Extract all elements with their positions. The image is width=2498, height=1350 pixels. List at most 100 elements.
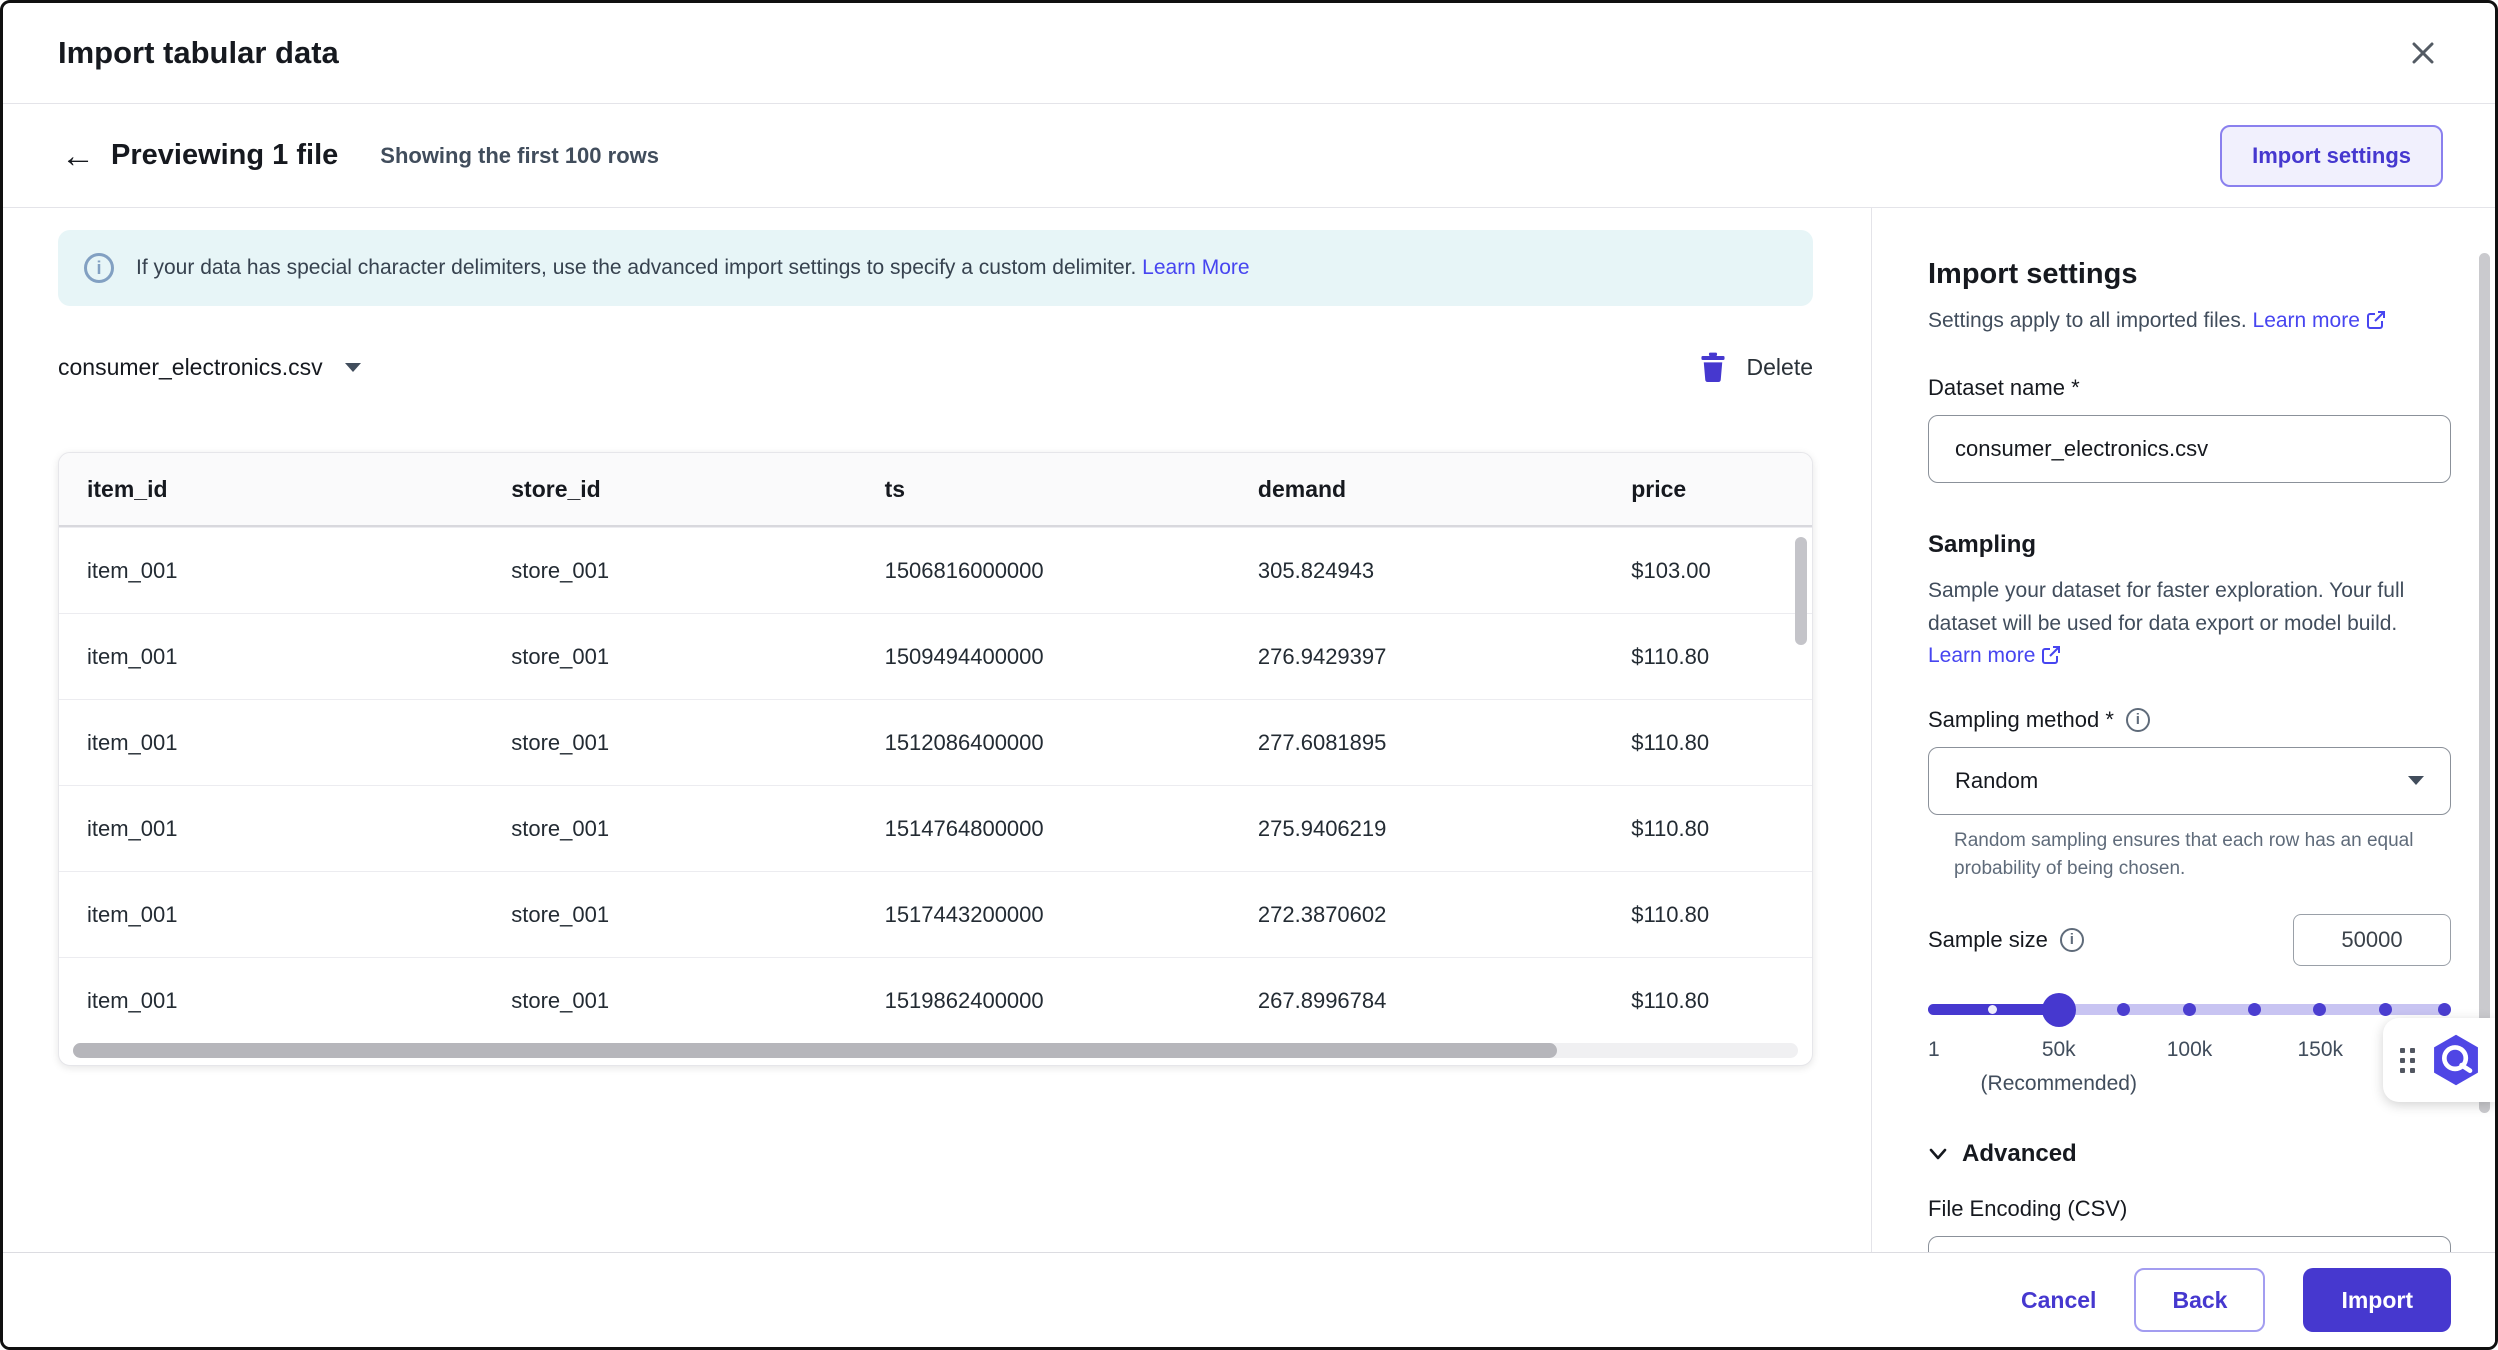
sampling-method-help: Random sampling ensures that each row ha… (1928, 827, 2451, 884)
table-cell: store_001 (511, 988, 884, 1014)
info-banner: i If your data has special character del… (58, 230, 1813, 306)
external-link-icon (2041, 645, 2061, 665)
table-vertical-scrollbar[interactable] (1795, 537, 1807, 645)
column-header: price (1631, 476, 1784, 503)
cancel-button[interactable]: Cancel (2021, 1287, 2096, 1314)
dialog-title: Import tabular data (58, 35, 339, 71)
table-cell: item_001 (87, 644, 511, 670)
advanced-label: Advanced (1962, 1140, 2077, 1168)
back-button[interactable]: Back (2134, 1268, 2265, 1332)
delete-button[interactable]: Delete (1699, 352, 1813, 382)
table-horizontal-scrollbar-track (73, 1043, 1798, 1058)
table-cell: 277.6081895 (1258, 730, 1631, 756)
table-cell: 1517443200000 (885, 902, 1258, 928)
slider-step-marker (1988, 1005, 1997, 1014)
info-icon: i (84, 253, 114, 283)
recommended-note: (Recommended) (1928, 1072, 2451, 1098)
advanced-expander[interactable]: Advanced (1928, 1140, 2077, 1168)
banner-message: If your data has special character delim… (136, 256, 1250, 280)
table-cell: $103.00 (1631, 558, 1784, 584)
table-cell: store_001 (511, 558, 884, 584)
table-cell: $110.80 (1631, 988, 1784, 1014)
preview-header: ← Previewing 1 file Showing the first 10… (3, 104, 2495, 208)
sample-size-slider[interactable] (1928, 992, 2451, 1026)
import-settings-button[interactable]: Import settings (2220, 125, 2443, 187)
file-dropdown[interactable]: consumer_electronics.csv (58, 354, 361, 381)
table-cell: item_001 (87, 730, 511, 756)
slider-step-dot (2117, 1003, 2130, 1016)
dataset-name-input[interactable] (1928, 415, 2451, 483)
table-cell: item_001 (87, 816, 511, 842)
tick-label: 100k (2167, 1038, 2213, 1062)
banner-learn-more-link[interactable]: Learn More (1142, 256, 1249, 279)
back-arrow-icon[interactable]: ← (61, 139, 95, 173)
drag-handle-icon[interactable] (2400, 1048, 2415, 1073)
file-encoding-label: File Encoding (CSV) (1928, 1196, 2451, 1222)
delete-label: Delete (1747, 354, 1813, 381)
table-cell: 276.9429397 (1258, 644, 1631, 670)
amazon-q-widget[interactable] (2383, 1018, 2495, 1102)
trash-icon (1699, 352, 1727, 382)
close-button[interactable] (2401, 31, 2445, 75)
table-header-row: item_id store_id ts demand price (59, 453, 1812, 527)
table-row: item_001 store_001 1517443200000 272.387… (59, 871, 1812, 957)
sampling-description: Sample your dataset for faster explorati… (1928, 575, 2451, 673)
banner-text: If your data has special character delim… (136, 256, 1136, 279)
dialog-titlebar: Import tabular data (3, 3, 2495, 104)
table-cell: store_001 (511, 816, 884, 842)
sampling-description-text: Sample your dataset for faster explorati… (1928, 579, 2404, 635)
sampling-method-select[interactable]: Random (1928, 747, 2451, 815)
table-cell: item_001 (87, 902, 511, 928)
table-cell: $110.80 (1631, 730, 1784, 756)
tick-label: 50k (2042, 1038, 2076, 1062)
amazon-q-icon[interactable] (2428, 1032, 2484, 1088)
sampling-learn-more-link[interactable]: Learn more (1928, 644, 2061, 667)
column-header: ts (885, 476, 1258, 503)
learn-more-label: Learn more (2253, 309, 2360, 332)
table-cell: item_001 (87, 558, 511, 584)
table-row: item_001 store_001 1519862400000 267.899… (59, 957, 1812, 1043)
sample-size-row: Sample size i (1928, 914, 2451, 966)
recommended-label: (Recommended) (1981, 1072, 2137, 1096)
table-cell: $110.80 (1631, 816, 1784, 842)
table-horizontal-scrollbar[interactable] (73, 1043, 1557, 1058)
chevron-down-icon (1928, 1146, 1948, 1162)
sampling-method-value: Random (1955, 768, 2038, 794)
import-button[interactable]: Import (2303, 1268, 2451, 1332)
sampling-method-label: Sampling method * i (1928, 707, 2451, 733)
sample-size-input[interactable] (2293, 914, 2451, 966)
table-cell: 275.9406219 (1258, 816, 1631, 842)
sample-size-label: Sample size i (1928, 927, 2084, 953)
file-encoding-select[interactable]: UTF-8 encoding of Unicode (Default) (1928, 1236, 2451, 1252)
slider-thumb[interactable] (2042, 993, 2076, 1027)
settings-learn-more-link[interactable]: Learn more (2253, 309, 2386, 332)
sampling-method-label-text: Sampling method * (1928, 707, 2114, 733)
learn-more-label: Learn more (1928, 644, 2035, 667)
column-header: store_id (511, 476, 884, 503)
table-cell: store_001 (511, 644, 884, 670)
close-icon (2406, 36, 2440, 70)
file-name: consumer_electronics.csv (58, 354, 323, 381)
table-cell: $110.80 (1631, 902, 1784, 928)
slider-step-dot (2313, 1003, 2326, 1016)
info-icon[interactable]: i (2126, 708, 2150, 732)
dialog-footer: Cancel Back Import (3, 1252, 2495, 1347)
table-cell: 1519862400000 (885, 988, 1258, 1014)
table-cell: store_001 (511, 902, 884, 928)
slider-step-dot (2248, 1003, 2261, 1016)
table-row: item_001 store_001 1514764800000 275.940… (59, 785, 1812, 871)
sample-size-label-text: Sample size (1928, 927, 2048, 953)
sampling-heading: Sampling (1928, 531, 2451, 559)
chevron-down-icon (345, 363, 361, 372)
slider-tick-labels: 1 50k 100k 150k 200k (1928, 1038, 2451, 1066)
table-cell: 1506816000000 (885, 558, 1258, 584)
preview-table: item_id store_id ts demand price item_00… (58, 452, 1813, 1066)
table-cell: 305.824943 (1258, 558, 1631, 584)
panel-scrollbar[interactable] (2479, 253, 2490, 1113)
dataset-name-label: Dataset name * (1928, 375, 2451, 401)
panel-subtitle: Settings apply to all imported files. Le… (1928, 309, 2451, 333)
table-cell: store_001 (511, 730, 884, 756)
preview-title: Previewing 1 file (111, 139, 338, 172)
info-icon[interactable]: i (2060, 928, 2084, 952)
table-row: item_001 store_001 1506816000000 305.824… (59, 527, 1812, 613)
